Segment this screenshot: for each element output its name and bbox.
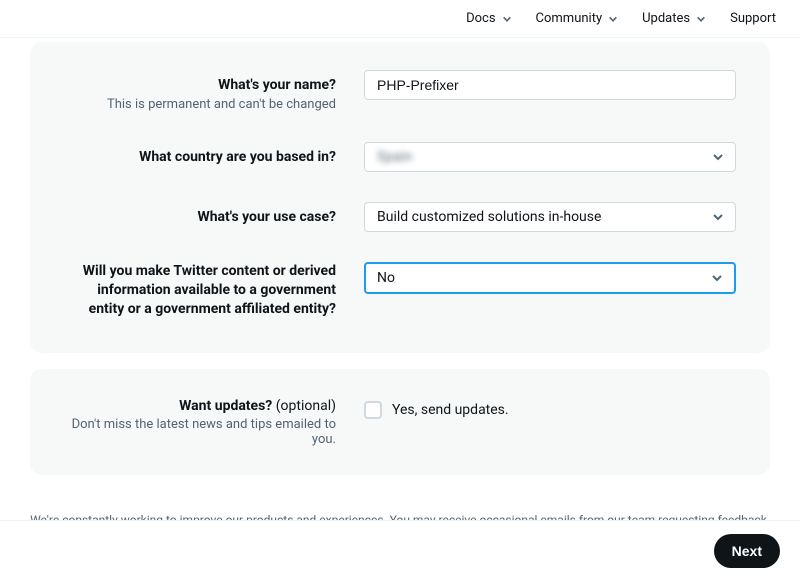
name-label: What's your name? xyxy=(64,76,336,95)
nav-community[interactable]: Community xyxy=(536,11,619,26)
chevron-down-icon xyxy=(711,150,725,164)
name-input[interactable] xyxy=(364,70,736,100)
nav-support[interactable]: Support xyxy=(730,11,776,26)
nav-support-label: Support xyxy=(730,11,776,26)
row-name: What's your name? This is permanent and … xyxy=(64,70,736,112)
row-usecase: What's your use case? Build customized s… xyxy=(64,202,736,232)
form-panel: What's your name? This is permanent and … xyxy=(30,42,770,353)
gov-select[interactable]: No xyxy=(364,262,736,294)
chevron-down-icon xyxy=(711,210,725,224)
chevron-down-icon xyxy=(502,14,512,24)
nav-docs-label: Docs xyxy=(466,11,495,26)
updates-checkbox-row[interactable]: Yes, send updates. xyxy=(364,397,736,419)
updates-label: Want updates? (optional) xyxy=(64,397,336,416)
country-label: What country are you based in? xyxy=(64,148,336,167)
nav-updates[interactable]: Updates xyxy=(642,11,706,26)
usecase-select[interactable]: Build customized solutions in-house xyxy=(364,202,736,232)
row-country: What country are you based in? Spain xyxy=(64,142,736,172)
bottom-bar: Next xyxy=(0,520,800,580)
usecase-value: Build customized solutions in-house xyxy=(377,209,601,225)
row-gov: Will you make Twitter content or derived… xyxy=(64,262,736,319)
usecase-label: What's your use case? xyxy=(64,208,336,227)
nav-docs[interactable]: Docs xyxy=(466,11,511,26)
country-value: Spain xyxy=(377,149,412,165)
chevron-down-icon xyxy=(696,14,706,24)
chevron-down-icon xyxy=(710,271,724,285)
updates-checkbox[interactable] xyxy=(364,401,382,419)
updates-checkbox-label: Yes, send updates. xyxy=(392,402,509,418)
gov-label: Will you make Twitter content or derived… xyxy=(64,262,336,319)
next-button[interactable]: Next xyxy=(714,534,780,568)
nav-updates-label: Updates xyxy=(642,11,690,26)
chevron-down-icon xyxy=(608,14,618,24)
updates-hint: Don't miss the latest news and tips emai… xyxy=(64,417,336,447)
nav-community-label: Community xyxy=(536,11,603,26)
gov-value: No xyxy=(377,270,395,286)
top-nav: Docs Community Updates Support xyxy=(0,0,800,38)
updates-panel: Want updates? (optional) Don't miss the … xyxy=(30,369,770,476)
name-hint: This is permanent and can't be changed xyxy=(64,97,336,112)
page-body: What's your name? This is permanent and … xyxy=(0,42,800,527)
row-updates: Want updates? (optional) Don't miss the … xyxy=(64,397,736,448)
country-select[interactable]: Spain xyxy=(364,142,736,172)
